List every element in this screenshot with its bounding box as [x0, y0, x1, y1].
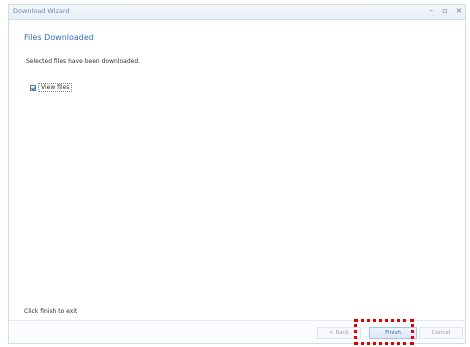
- maximize-icon[interactable]: ▫: [441, 6, 449, 15]
- window-controls: – ▫ ×: [427, 6, 463, 15]
- footer-hint: Click finish to exit: [24, 308, 78, 315]
- cancel-button[interactable]: Cancel: [419, 327, 463, 339]
- window-title: Download Wizard: [13, 7, 70, 15]
- close-icon[interactable]: ×: [455, 6, 463, 15]
- minimize-icon[interactable]: –: [427, 6, 435, 15]
- page-description: Selected files have been downloaded.: [26, 58, 141, 65]
- title-bar[interactable]: Download Wizard – ▫ ×: [9, 5, 465, 20]
- view-files-checkbox[interactable]: [30, 84, 36, 91]
- button-bar: < Back Finish Cancel: [9, 320, 465, 343]
- finish-button[interactable]: Finish: [369, 327, 417, 339]
- view-files-label[interactable]: View files: [38, 83, 73, 92]
- view-files-option[interactable]: View files: [30, 83, 73, 92]
- back-button[interactable]: < Back: [317, 327, 361, 339]
- download-wizard-window: Download Wizard – ▫ × Files Downloaded S…: [8, 4, 466, 344]
- page-title: Files Downloaded: [24, 33, 94, 42]
